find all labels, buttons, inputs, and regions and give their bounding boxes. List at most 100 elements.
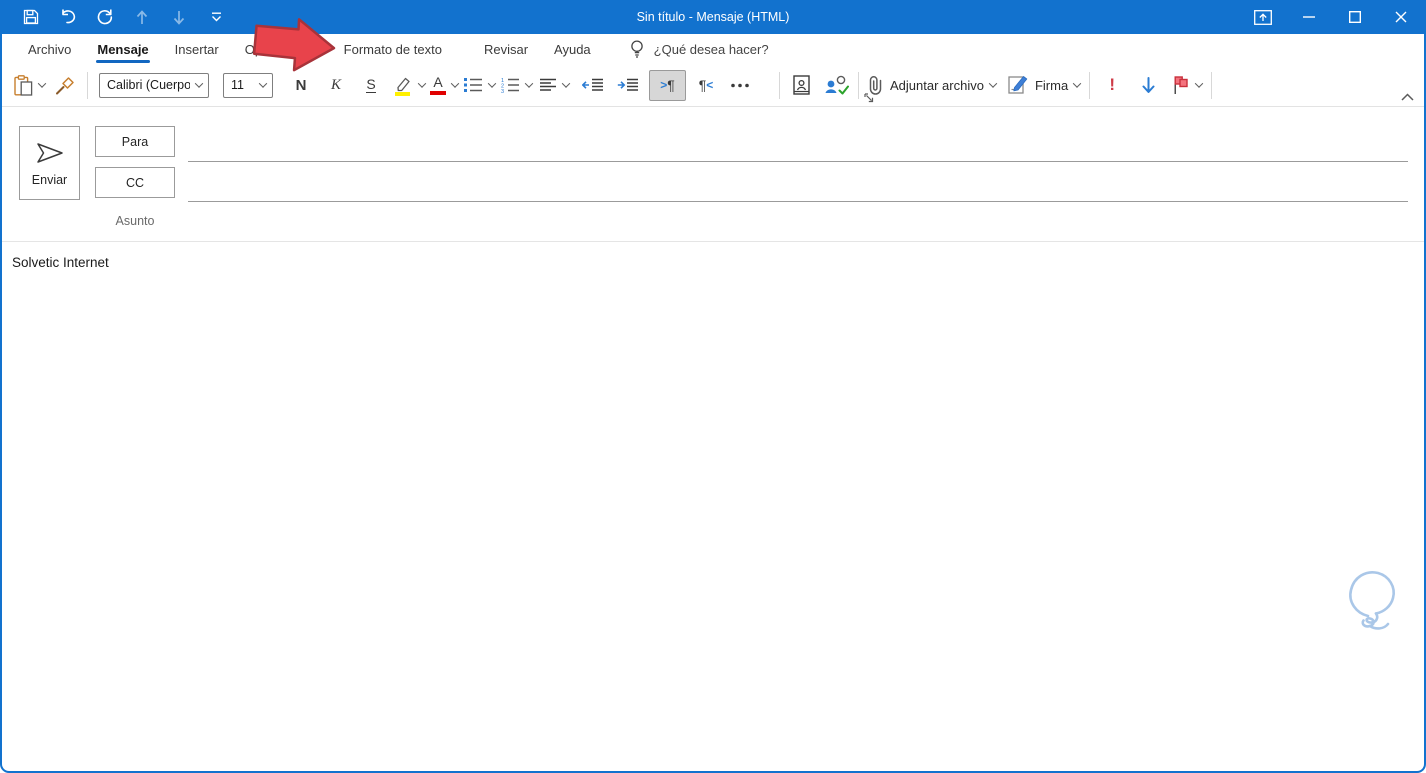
pilcrow-icon: ¶ <box>667 77 675 93</box>
to-input[interactable] <box>188 132 1408 162</box>
chevron-down-icon[interactable] <box>450 79 460 88</box>
lightbulb-icon <box>630 40 644 58</box>
font-color-letter: A <box>433 74 443 91</box>
ribbon-display-options-icon[interactable] <box>1240 0 1286 34</box>
titlebar: Sin título - Mensaje (HTML) <box>2 0 1424 34</box>
numbering-button[interactable]: 123 <box>500 70 534 100</box>
attach-file-button[interactable]: Adjuntar archivo <box>868 70 998 100</box>
address-book-icon <box>793 75 811 95</box>
compose-header: Enviar Para CC Asunto <box>2 107 1424 242</box>
group-divider <box>858 71 859 99</box>
arrow-left-icon: < <box>706 78 714 92</box>
signature-icon <box>1008 75 1028 95</box>
font-size-select[interactable]: 11 <box>223 72 273 98</box>
underline-button[interactable]: S <box>358 70 384 100</box>
outlook-compose-window: Sin título - Mensaje (HTML) Archivo Mens… <box>0 0 1426 773</box>
tell-me-search[interactable]: ¿Qué desea hacer? <box>630 40 769 58</box>
send-icon <box>34 140 66 166</box>
tab-insertar[interactable]: Insertar <box>162 34 232 64</box>
attach-file-label: Adjuntar archivo <box>890 77 984 93</box>
chevron-down-icon[interactable] <box>1072 79 1082 88</box>
customize-quick-access-icon[interactable] <box>207 7 225 27</box>
numbered-list-icon: 123 <box>500 77 520 93</box>
chevron-down-icon[interactable] <box>988 79 998 88</box>
arrow-down-icon <box>1141 76 1156 94</box>
quick-access-toolbar <box>2 7 225 27</box>
check-names-button[interactable] <box>823 70 849 100</box>
redo-icon[interactable] <box>96 7 114 27</box>
signature-label: Firma <box>1034 77 1069 93</box>
subject-label: Asunto <box>115 214 155 228</box>
ribbon-toolbar: Calibri (Cuerpo 11 N K S A 1 2 3 > ¶ ¶ <… <box>2 64 1424 107</box>
group-divider <box>1211 71 1213 99</box>
undo-icon[interactable] <box>59 7 77 27</box>
maximize-icon[interactable] <box>1332 0 1378 34</box>
bullet-list-icon <box>463 77 483 93</box>
font-color-icon: A <box>430 75 446 95</box>
left-to-right-button[interactable]: > ¶ <box>649 69 686 101</box>
tab-archivo[interactable]: Archivo <box>15 34 84 64</box>
chevron-down-icon[interactable] <box>524 79 534 88</box>
tab-formato-de-texto[interactable]: Formato de texto <box>331 34 455 64</box>
tab-revisar[interactable]: Revisar <box>471 34 541 64</box>
signature-button[interactable]: Firma <box>1008 70 1082 100</box>
increase-indent-button[interactable] <box>615 70 641 100</box>
chevron-down-icon[interactable] <box>1194 79 1204 88</box>
tab-ayuda[interactable]: Ayuda <box>541 34 604 64</box>
chevron-down-icon <box>258 79 268 88</box>
ribbon-tab-row: Archivo Mensaje Insertar Opciones Format… <box>2 34 1424 64</box>
arrow-right-icon: > <box>660 78 668 92</box>
font-family-value: Calibri (Cuerpo <box>107 78 190 92</box>
chevron-down-icon[interactable] <box>561 79 571 88</box>
decrease-indent-button[interactable] <box>580 70 606 100</box>
close-icon[interactable] <box>1378 0 1424 34</box>
save-icon[interactable] <box>22 7 40 27</box>
collapse-ribbon-icon[interactable] <box>1401 93 1414 101</box>
font-color-button[interactable]: A <box>430 70 460 100</box>
format-painter-icon <box>55 76 75 95</box>
paste-button[interactable] <box>14 70 47 100</box>
message-body-area[interactable]: Solvetic Internet <box>2 242 1424 638</box>
chevron-down-icon[interactable] <box>37 79 47 88</box>
right-to-left-button[interactable]: ¶ < <box>693 70 719 100</box>
decrease-indent-icon <box>582 78 604 92</box>
follow-up-flag-button[interactable] <box>1173 70 1204 100</box>
chevron-down-icon <box>194 79 204 88</box>
font-color-bar <box>430 90 446 95</box>
more-options-button[interactable] <box>727 70 753 100</box>
check-names-icon <box>824 75 849 95</box>
high-importance-button[interactable]: ! <box>1099 70 1125 100</box>
dialog-launcher-icon[interactable] <box>864 93 874 103</box>
minimize-icon[interactable] <box>1286 0 1332 34</box>
font-family-select[interactable]: Calibri (Cuerpo <box>99 72 209 98</box>
window-title: Sin título - Mensaje (HTML) <box>636 10 790 24</box>
message-body-text[interactable]: Solvetic Internet <box>2 242 1424 270</box>
alignment-button[interactable] <box>539 70 571 100</box>
font-size-value: 11 <box>231 78 244 92</box>
address-book-button[interactable] <box>789 70 815 100</box>
chevron-down-icon[interactable] <box>487 79 497 88</box>
highlighter-icon <box>393 75 413 96</box>
ellipsis-icon <box>730 83 750 88</box>
highlight-color-button[interactable] <box>393 70 427 100</box>
chevron-down-icon[interactable] <box>417 79 427 88</box>
align-text-icon <box>539 78 557 92</box>
to-button[interactable]: Para <box>95 126 175 157</box>
group-divider <box>1089 71 1091 99</box>
window-controls <box>1240 0 1424 34</box>
svg-text:3: 3 <box>501 89 504 93</box>
cc-button[interactable]: CC <box>95 167 175 198</box>
format-painter-button[interactable] <box>52 70 78 100</box>
bullets-button[interactable] <box>463 70 497 100</box>
send-button[interactable]: Enviar <box>19 126 80 200</box>
cc-input[interactable] <box>188 172 1408 202</box>
tell-me-label: ¿Qué desea hacer? <box>653 41 769 57</box>
group-divider <box>87 71 88 99</box>
group-divider <box>779 71 780 99</box>
tab-mensaje[interactable]: Mensaje <box>84 34 161 64</box>
next-item-icon <box>170 7 188 27</box>
send-label: Enviar <box>31 172 68 187</box>
previous-item-icon <box>133 7 151 27</box>
low-importance-button[interactable] <box>1135 70 1161 100</box>
underline-label: S <box>366 75 376 94</box>
